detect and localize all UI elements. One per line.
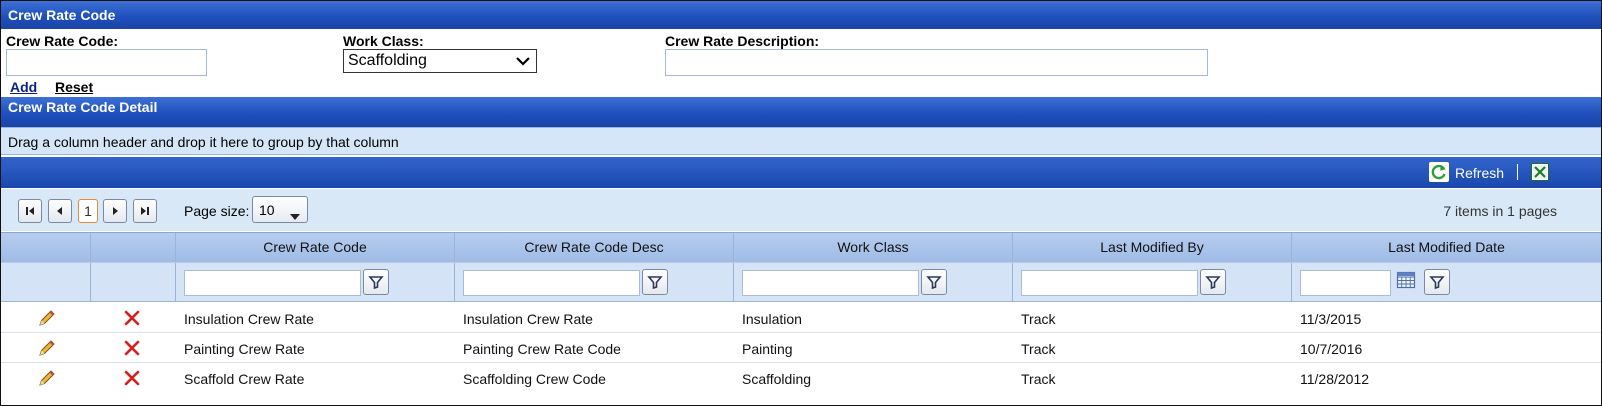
- filter-button-crew-rate-code[interactable]: [363, 269, 389, 295]
- cell-last-modified-by: Track: [1021, 311, 1056, 327]
- filter-input-work-class[interactable]: [742, 270, 919, 296]
- cell-work-class: Painting: [742, 341, 793, 357]
- last-page-button[interactable]: [133, 199, 157, 223]
- header-last-modified-date[interactable]: Last Modified Date: [1291, 233, 1601, 263]
- detail-title: Crew Rate Code Detail: [8, 99, 158, 115]
- table-row: Painting Crew Rate Painting Crew Rate Co…: [1, 333, 1601, 363]
- cell-last-modified-by: Track: [1021, 371, 1056, 387]
- delete-x-icon[interactable]: [123, 369, 141, 390]
- cell-last-modified-by: Track: [1021, 341, 1056, 357]
- header-crew-rate-code-desc[interactable]: Crew Rate Code Desc: [454, 233, 733, 263]
- first-page-icon: [26, 207, 34, 215]
- page-size-select[interactable]: 10: [252, 196, 308, 223]
- work-class-select[interactable]: Scaffolding: [343, 49, 537, 73]
- reset-link[interactable]: Reset: [55, 79, 93, 95]
- page-title-bar: Crew Rate Code: [1, 1, 1601, 29]
- pencil-icon[interactable]: [37, 308, 57, 331]
- filter-button-last-modified-date[interactable]: [1424, 269, 1450, 295]
- page-title: Crew Rate Code: [8, 7, 116, 23]
- grid-header-row: Crew Rate Code Crew Rate Code Desc Work …: [1, 232, 1601, 263]
- add-link[interactable]: Add: [10, 79, 37, 95]
- crew-rate-description-label: Crew Rate Description:: [665, 33, 820, 49]
- cell-crew-rate-code-desc: Painting Crew Rate Code: [463, 341, 621, 357]
- work-class-label: Work Class:: [343, 33, 424, 49]
- refresh-label: Refresh: [1455, 165, 1505, 181]
- cell-crew-rate-code: Insulation Crew Rate: [184, 311, 314, 327]
- prev-page-icon: [57, 207, 62, 215]
- refresh-icon: [1429, 162, 1449, 182]
- header-edit-column: [1, 233, 90, 263]
- crew-rate-code-input[interactable]: [6, 49, 207, 76]
- cell-work-class: Scaffolding: [742, 371, 812, 387]
- pencil-icon[interactable]: [37, 338, 57, 361]
- filter-divider: [1291, 263, 1292, 301]
- filter-input-last-modified-by[interactable]: [1021, 270, 1198, 296]
- pencil-icon[interactable]: [37, 368, 57, 391]
- table-row: Scaffold Crew Rate Scaffolding Crew Code…: [1, 363, 1601, 393]
- filter-funnel-icon: [368, 276, 384, 290]
- header-delete-column: [90, 233, 175, 263]
- filter-button-last-modified-by[interactable]: [1200, 269, 1226, 295]
- cell-last-modified-date: 10/7/2016: [1300, 341, 1363, 357]
- cell-last-modified-date: 11/28/2012: [1300, 371, 1370, 387]
- toolbar-divider: [1517, 164, 1518, 180]
- table-row: Insulation Crew Rate Insulation Crew Rat…: [1, 303, 1601, 333]
- group-hint: Drag a column header and drop it here to…: [8, 134, 399, 150]
- filter-divider: [733, 263, 734, 301]
- header-work-class[interactable]: Work Class: [733, 233, 1012, 263]
- pager-summary: 7 items in 1 pages: [1443, 203, 1557, 219]
- group-by-drop-zone[interactable]: Drag a column header and drop it here to…: [1, 127, 1601, 155]
- grid-filter-row: [1, 262, 1601, 302]
- first-page-button[interactable]: [18, 199, 42, 223]
- cell-crew-rate-code-desc: Insulation Crew Rate: [463, 311, 593, 327]
- cell-last-modified-date: 11/3/2015: [1300, 311, 1362, 327]
- filter-input-crew-rate-code[interactable]: [184, 270, 361, 296]
- filter-divider: [1012, 263, 1013, 301]
- crew-rate-code-label: Crew Rate Code:: [6, 33, 119, 49]
- detail-title-bar: Crew Rate Code Detail: [1, 97, 1601, 127]
- excel-export-icon[interactable]: [1531, 163, 1549, 181]
- header-last-modified-by[interactable]: Last Modified By: [1012, 233, 1291, 263]
- filter-button-work-class[interactable]: [921, 269, 947, 295]
- crew-rate-description-input[interactable]: [665, 49, 1208, 76]
- filter-divider: [175, 263, 176, 301]
- filter-input-crew-rate-code-desc[interactable]: [463, 270, 640, 296]
- next-page-button[interactable]: [103, 199, 127, 223]
- page-size-value: 10: [259, 202, 275, 218]
- filter-funnel-icon: [1205, 276, 1221, 290]
- filter-button-crew-rate-code-desc[interactable]: [642, 269, 668, 295]
- crew-rate-code-panel: Crew Rate Code Crew Rate Code: Work Clas…: [0, 0, 1602, 406]
- prev-page-button[interactable]: [48, 199, 72, 223]
- header-crew-rate-code[interactable]: Crew Rate Code: [175, 233, 454, 263]
- last-page-icon: [141, 207, 149, 215]
- delete-x-icon[interactable]: [123, 309, 141, 330]
- grid-pager: 1 Page size: 10 7 items in 1 pages: [1, 189, 1601, 231]
- grid-toolbar: Refresh: [1, 157, 1601, 188]
- delete-x-icon[interactable]: [123, 339, 141, 360]
- calendar-icon[interactable]: [1396, 270, 1416, 290]
- filter-funnel-icon: [926, 276, 942, 290]
- filter-input-last-modified-date[interactable]: [1300, 270, 1391, 296]
- page-size-label: Page size:: [184, 203, 250, 219]
- chevron-down-icon: [516, 50, 530, 78]
- filter-funnel-icon: [647, 276, 663, 290]
- next-page-icon: [113, 207, 118, 215]
- cell-crew-rate-code: Scaffold Crew Rate: [184, 371, 305, 387]
- current-page-number[interactable]: 1: [78, 199, 98, 223]
- cell-crew-rate-code: Painting Crew Rate: [184, 341, 305, 357]
- filter-divider: [90, 263, 91, 301]
- work-class-selected: Scaffolding: [348, 52, 427, 69]
- filter-funnel-icon: [1429, 276, 1445, 290]
- dropdown-arrow-icon: [290, 207, 300, 223]
- cell-crew-rate-code-desc: Scaffolding Crew Code: [463, 371, 606, 387]
- filter-divider: [454, 263, 455, 301]
- cell-work-class: Insulation: [742, 311, 802, 327]
